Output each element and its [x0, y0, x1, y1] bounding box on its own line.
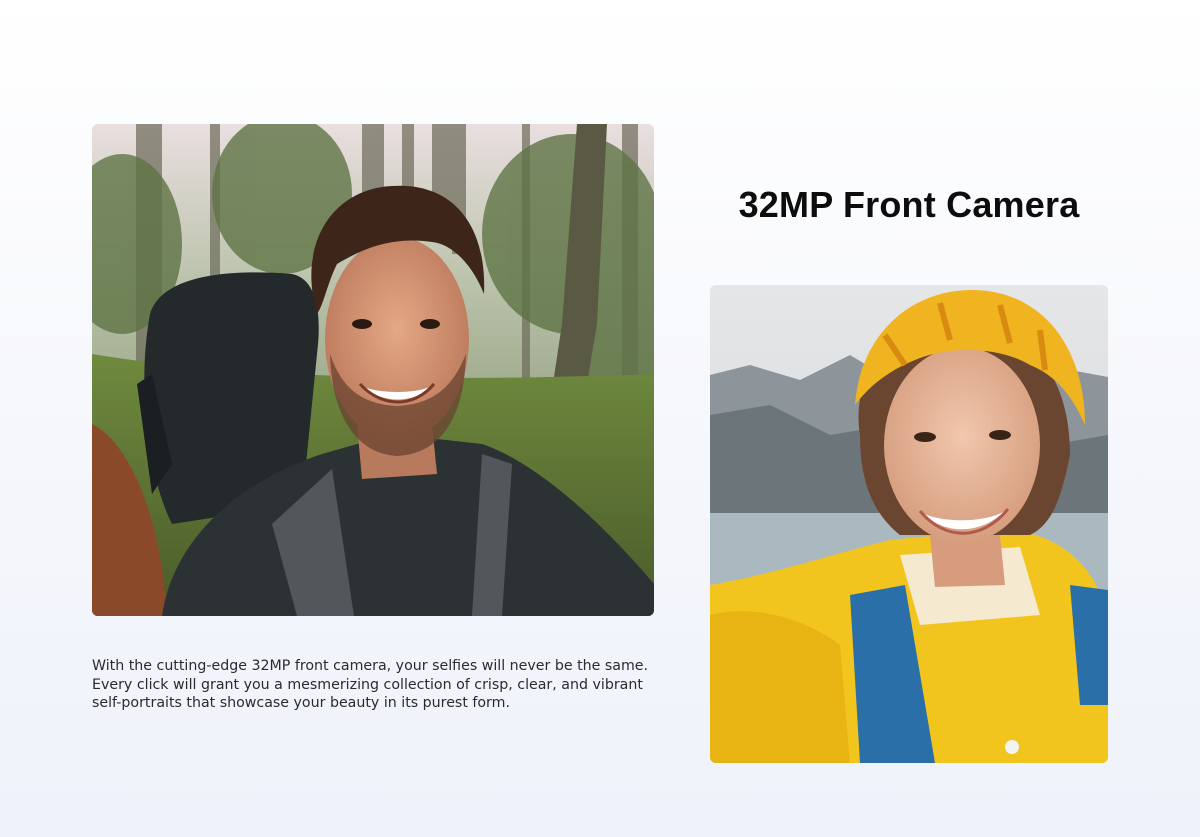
- section-title: 32MP Front Camera: [738, 184, 1080, 225]
- description-line: self-portraits that showcase your beauty…: [92, 695, 510, 711]
- description-line: With the cutting-edge 32MP front camera,…: [92, 658, 649, 674]
- hiker-selfie-photo: [92, 124, 654, 616]
- camera-description: With the cutting-edge 32MP front camera,…: [92, 657, 672, 713]
- woman-selfie-photo: [710, 285, 1108, 763]
- description-line: Every click will grant you a mesmerizing…: [92, 676, 643, 693]
